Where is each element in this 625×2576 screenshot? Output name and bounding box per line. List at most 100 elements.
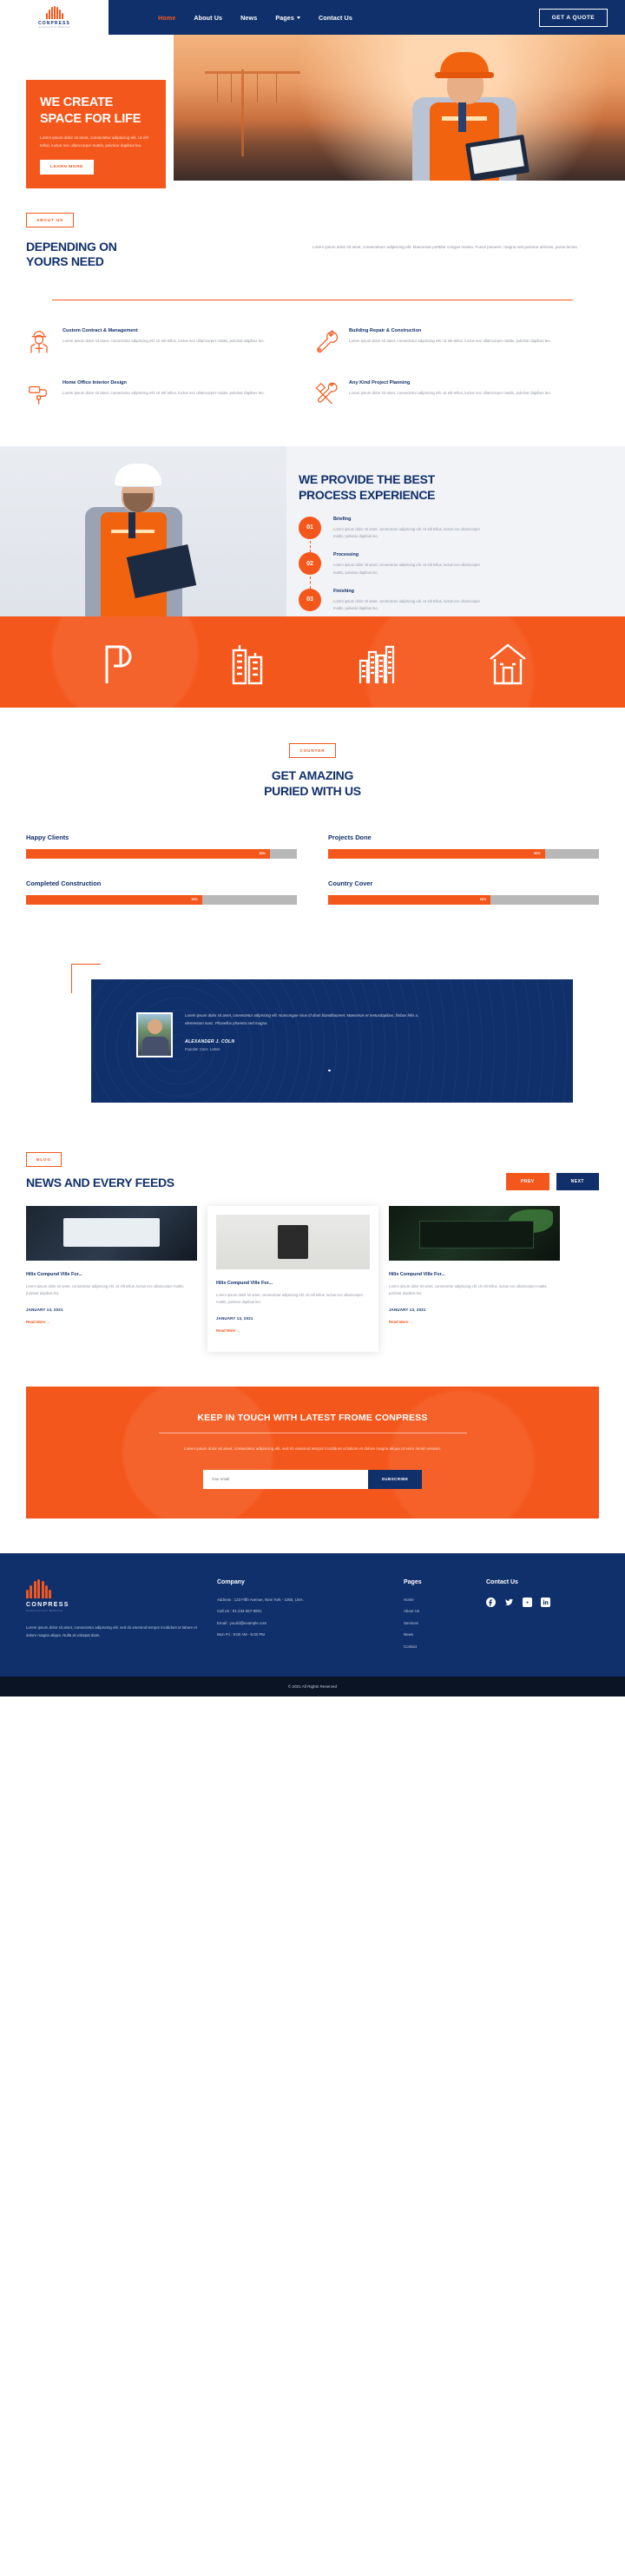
hero-title: WE CREATE SPACE FOR LIFE — [40, 95, 153, 127]
step-number: 02 — [299, 552, 321, 576]
step-text: Lorem ipsum dolor sit amet, consectetur … — [333, 526, 480, 539]
progress-percent: 80% — [534, 852, 541, 856]
footer-link-home[interactable]: Home — [404, 1598, 477, 1602]
icon-banner — [0, 616, 625, 708]
subscribe-button[interactable]: SUBSCRIBE — [367, 1469, 423, 1489]
brand-logo[interactable]: CONPRESS Construction Website — [0, 0, 109, 35]
progress-track: 60% — [328, 894, 599, 905]
blog-thumbnail — [26, 1206, 197, 1262]
progress-percent: 60% — [479, 898, 487, 902]
newsletter-email-input[interactable] — [202, 1469, 368, 1489]
footer-contact-heading: Contact Us — [486, 1578, 518, 1585]
prev-button[interactable]: PREV — [506, 1173, 549, 1191]
footer-logo-tagline: Construction Website — [26, 1609, 63, 1613]
get-a-quote-button[interactable]: GET A QUOTE — [538, 8, 608, 27]
p-monogram-icon — [95, 638, 140, 687]
read-more-link[interactable]: Read More → — [389, 1320, 413, 1324]
footer-pages-heading: Pages — [404, 1578, 422, 1585]
progress-label: Completed Construction — [26, 879, 102, 887]
about-section: ABOUT US DEPENDING ON YOURS NEED Lorem ip… — [26, 181, 599, 279]
footer-logo-text: CONPRESS — [26, 1601, 69, 1608]
feature-item[interactable]: Home Office Interior Design Lorem ipsum … — [26, 370, 312, 422]
nav-label: Pages — [275, 13, 294, 22]
progress-fill: 80% — [328, 848, 545, 859]
progress-item: Happy Clients 90% — [26, 833, 297, 859]
nav-item-pages[interactable]: Pages — [275, 14, 300, 22]
read-more-label: Read More — [389, 1319, 409, 1324]
about-title-line1: DEPENDING ON — [26, 240, 117, 254]
read-more-link[interactable]: Read More → — [26, 1320, 50, 1324]
logo-tagline: Construction Website — [38, 26, 70, 29]
nav-label: News — [240, 13, 258, 22]
nav-item-contact-us[interactable]: Contact Us — [319, 14, 352, 22]
feature-item[interactable]: Any Kind Project Planning Lorem ipsum do… — [312, 370, 599, 422]
blog-card-title: Hilix Compund Ville For... — [216, 1281, 273, 1287]
feature-text: Lorem ipsum dolor sit amet, consectetur … — [349, 339, 551, 344]
next-button[interactable]: NEXT — [556, 1173, 599, 1191]
blog-card[interactable]: Hilix Compund Ville For... Lorem ipsum d… — [389, 1206, 560, 1328]
newsletter-paragraph: Lorem ipsum dolor sit amet, consectetur … — [183, 1446, 442, 1451]
footer-about-text: Lorem ipsum dolor sit amet, consectetur … — [26, 1625, 197, 1638]
feature-item[interactable]: Building Repair & Construction Lorem ips… — [312, 318, 599, 370]
progress-track: 80% — [328, 848, 599, 859]
social-links — [486, 1597, 590, 1607]
counter-tag: COUNTER — [289, 743, 336, 759]
carousel-dot[interactable] — [328, 1069, 331, 1072]
footer-link-services[interactable]: Services — [404, 1621, 477, 1625]
testimonial-name: ALEXANDER J. COLN — [185, 1038, 235, 1044]
facebook-icon[interactable] — [486, 1597, 496, 1607]
step-title: Processing — [333, 552, 359, 558]
progress-item: Completed Construction 65% — [26, 880, 297, 905]
process-section: WE PROVIDE THE BEST PROCESS EXPERIENCE 01… — [0, 446, 625, 617]
learn-more-button[interactable]: LEARN MORE — [40, 160, 94, 175]
skyline-icon — [355, 638, 400, 687]
nav-item-home[interactable]: Home — [158, 14, 175, 22]
worker-helmet-icon — [26, 328, 52, 354]
hero-paragraph: Lorem ipsum dolor sit amet, consectetur … — [40, 135, 148, 148]
footer-link-news[interactable]: News — [404, 1632, 477, 1637]
newsletter-section: KEEP IN TOUCH WITH LATEST FROME CONPRESS… — [26, 1386, 599, 1519]
progress-bars: Happy Clients 90% Projects Done 80% Comp… — [26, 833, 599, 926]
feature-text: Lorem ipsum dolor sit amet, consectetur … — [349, 391, 551, 396]
nav-item-about-us[interactable]: About Us — [194, 14, 222, 22]
avatar — [136, 1011, 173, 1057]
features-grid: Custom Contract & Management Lorem ipsum… — [26, 300, 599, 422]
feature-item[interactable]: Custom Contract & Management Lorem ipsum… — [26, 318, 312, 370]
nav-label: About Us — [194, 13, 223, 22]
about-tag: ABOUT US — [26, 213, 75, 227]
process-step: 01 Briefing Lorem ipsum dolor sit amet, … — [299, 516, 601, 553]
nav-label: Contact Us — [319, 13, 352, 22]
twitter-icon[interactable] — [504, 1598, 514, 1607]
logo-mark-icon — [45, 6, 63, 19]
nav-item-news[interactable]: News — [240, 14, 257, 22]
building-tower-icon — [225, 638, 270, 687]
step-number: 03 — [299, 588, 321, 611]
blog-card[interactable]: Hilix Compund Ville For... Lorem ipsum d… — [26, 1206, 197, 1328]
hero-section: WE CREATE SPACE FOR LIFE Lorem ipsum dolo… — [0, 35, 625, 189]
youtube-icon[interactable] — [523, 1597, 532, 1607]
read-more-label: Read More — [26, 1319, 46, 1324]
blog-card-text: Lorem ipsum dolor sit amet, consectetur … — [26, 1284, 185, 1296]
site-header: CONPRESS Construction Website Home About… — [0, 0, 625, 35]
testimonial-card: Lorem ipsum dolor sit amet, consectetur … — [91, 978, 573, 1103]
read-more-link[interactable]: Read More → — [216, 1328, 240, 1333]
blog-card-title: Hilix Compund Ville For... — [389, 1272, 445, 1278]
site-footer: CONPRESS Construction Website Lorem ipsu… — [0, 1552, 625, 1677]
feature-text: Lorem ipsum dolor sit amet, consectetur … — [62, 339, 265, 344]
footer-link-contact[interactable]: Contact — [404, 1644, 477, 1649]
testimonial-section: Lorem ipsum dolor sit amet, consectetur … — [0, 963, 625, 1144]
feature-title: Custom Contract & Management — [62, 328, 138, 334]
feature-title: Home Office Interior Design — [62, 380, 127, 386]
counter-title-line1: GET AMAZING — [271, 768, 354, 783]
about-title: DEPENDING ON YOURS NEED — [26, 240, 312, 270]
blog-tag: BLOG — [26, 1151, 62, 1167]
step-text: Lorem ipsum dolor sit amet, consectetur … — [333, 598, 480, 610]
footer-company-hours: Mon Fri : 9:00 AM - 5:00 PM — [217, 1632, 265, 1637]
nav-label: Home — [158, 13, 176, 22]
progress-track: 90% — [26, 848, 297, 859]
blog-card[interactable]: Hilix Compund Ville For... Lorem ipsum d… — [207, 1206, 378, 1352]
progress-fill: 90% — [26, 848, 270, 859]
footer-company-phone: Call Us : 91-234-567-8901 — [217, 1609, 262, 1614]
footer-link-about-us[interactable]: About Us — [404, 1609, 477, 1613]
linkedin-icon[interactable] — [541, 1597, 550, 1607]
